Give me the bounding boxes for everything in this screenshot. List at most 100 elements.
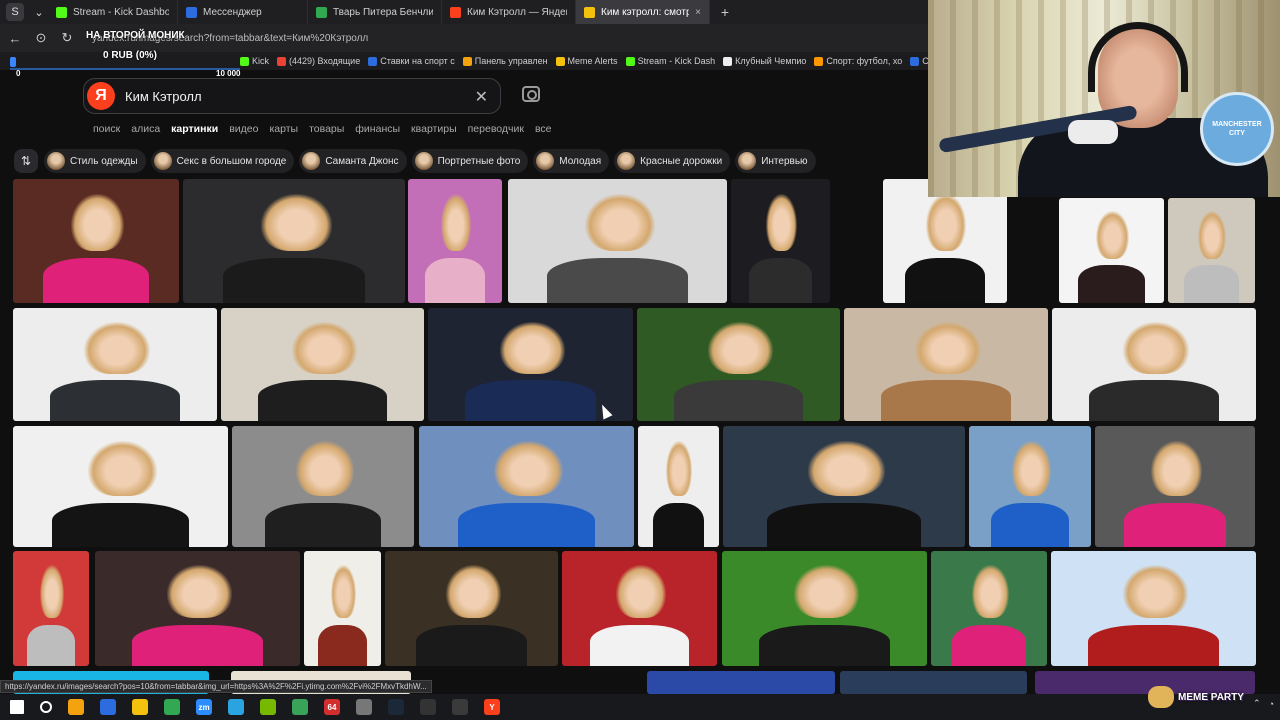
tab-favicon-icon: [56, 6, 67, 18]
image-result-thumbnail[interactable]: [647, 671, 835, 694]
bookmark-item[interactable]: Ставки на спорт с: [368, 56, 455, 66]
suggestion-chip[interactable]: Саманта Джонс: [299, 149, 407, 173]
image-result-thumbnail[interactable]: [508, 179, 727, 303]
clear-search-icon[interactable]: ✕: [475, 87, 488, 107]
notepad-icon[interactable]: [100, 699, 116, 715]
service-tab[interactable]: карты: [269, 123, 298, 135]
browser-menu-icon[interactable]: S: [6, 3, 24, 21]
image-result-thumbnail[interactable]: [385, 551, 558, 666]
image-result-thumbnail[interactable]: [931, 551, 1047, 666]
bookmark-item[interactable]: (4429) Входящие: [277, 56, 360, 66]
new-tab-button[interactable]: +: [716, 3, 734, 21]
service-tab[interactable]: картинки: [171, 123, 218, 135]
filters-icon[interactable]: ⇅: [14, 149, 38, 173]
tab-favicon-icon: [584, 6, 595, 18]
browser-tab[interactable]: Stream - Kick Dashboard: [48, 0, 178, 24]
bookmark-item[interactable]: Клубный Чемпио: [723, 56, 806, 66]
reload-icon[interactable]: ↻: [56, 27, 78, 49]
service-tab[interactable]: финансы: [355, 123, 400, 135]
tab-title: Мессенджер: [203, 6, 262, 18]
service-tab[interactable]: квартиры: [411, 123, 457, 135]
tray-chevron-icon[interactable]: ⌃: [1253, 698, 1261, 709]
image-result-thumbnail[interactable]: [1095, 426, 1255, 547]
browser-tab[interactable]: Тварь Питера Бенчли (19: [308, 0, 442, 24]
browser-tab[interactable]: Мессенджер: [178, 0, 308, 24]
network-app-icon[interactable]: [356, 699, 372, 715]
obs-icon[interactable]: [420, 699, 436, 715]
battery-app-icon[interactable]: [164, 699, 180, 715]
taskbar-search-icon[interactable]: [40, 701, 52, 713]
camera-search-icon[interactable]: [522, 86, 540, 102]
service-tab[interactable]: товары: [309, 123, 344, 135]
image-result-thumbnail[interactable]: [408, 179, 502, 303]
chip-label: Секс в большом городе: [176, 155, 287, 167]
telegram-icon[interactable]: [228, 699, 244, 715]
image-result-thumbnail[interactable]: [13, 551, 89, 666]
image-result-thumbnail[interactable]: [183, 179, 405, 303]
image-result-thumbnail[interactable]: [637, 308, 840, 421]
image-result-thumbnail[interactable]: [723, 426, 965, 547]
image-result-thumbnail[interactable]: [638, 426, 719, 547]
image-result-thumbnail[interactable]: [13, 426, 228, 547]
service-tab[interactable]: все: [535, 123, 552, 135]
tab-list-chevron-icon[interactable]: ⌄: [30, 3, 48, 21]
bookmark-item[interactable]: Stream - Kick Dash: [625, 56, 715, 66]
yandex-icon[interactable]: Y: [484, 699, 500, 715]
steam-icon[interactable]: [388, 699, 404, 715]
folder-icon[interactable]: [132, 699, 148, 715]
recording-icon[interactable]: [452, 699, 468, 715]
image-result-thumbnail[interactable]: [1051, 551, 1256, 666]
suggestion-chip[interactable]: Секс в большом городе: [150, 149, 295, 173]
image-result-thumbnail[interactable]: [221, 308, 424, 421]
image-result-thumbnail[interactable]: [13, 308, 217, 421]
image-result-thumbnail[interactable]: [13, 179, 179, 303]
image-result-thumbnail[interactable]: [562, 551, 717, 666]
system-tray: ⌃ ◔: [1253, 698, 1274, 709]
bookmark-item[interactable]: Панель управлен: [462, 56, 548, 66]
suggestion-chip[interactable]: Интервью: [735, 149, 816, 173]
chip-label: Саманта Джонс: [325, 155, 399, 167]
bookmark-item[interactable]: Kick: [240, 56, 269, 66]
search-input[interactable]: [125, 88, 455, 104]
back-arrow-icon[interactable]: ←: [4, 27, 26, 49]
browser-tab[interactable]: Ким Кэтролл — Яндекс: н: [442, 0, 576, 24]
bookmark-item[interactable]: Спорт: футбол, хо: [814, 56, 902, 66]
image-result-thumbnail[interactable]: [304, 551, 381, 666]
suggestion-chip[interactable]: Портретные фото: [411, 149, 529, 173]
nvidia-icon[interactable]: [260, 699, 276, 715]
image-result-thumbnail[interactable]: [883, 179, 1007, 303]
service-tab[interactable]: алиса: [131, 123, 160, 135]
suggestion-chip[interactable]: Стиль одежды: [44, 149, 146, 173]
image-result-thumbnail[interactable]: [95, 551, 300, 666]
app-64-icon[interactable]: 64: [324, 699, 340, 715]
image-result-thumbnail[interactable]: [844, 308, 1048, 421]
donation-goal-track: [10, 68, 240, 70]
webcam-overlay: MANCHESTER CITY: [928, 0, 1280, 197]
suggestion-chip[interactable]: Красные дорожки: [614, 149, 731, 173]
image-result-thumbnail[interactable]: [840, 671, 1027, 694]
image-result-thumbnail[interactable]: [969, 426, 1091, 547]
wifi-icon[interactable]: ◔: [1269, 699, 1274, 709]
service-tab[interactable]: переводчик: [468, 123, 524, 135]
image-result-thumbnail[interactable]: [731, 179, 830, 303]
image-result-thumbnail[interactable]: [419, 426, 634, 547]
browser-tab[interactable]: Ким кэтролл: смотрит ×: [576, 0, 710, 24]
bookmark-label: Ставки на спорт с: [380, 56, 455, 66]
bookmark-item[interactable]: Meme Alerts: [555, 56, 618, 66]
service-tab[interactable]: видео: [229, 123, 258, 135]
image-result-thumbnail[interactable]: [1059, 198, 1164, 303]
service-tab[interactable]: поиск: [93, 123, 120, 135]
tab-title: Ким Кэтролл — Яндекс: н: [467, 6, 567, 18]
windows-start-icon[interactable]: [10, 700, 24, 714]
image-result-thumbnail[interactable]: [232, 426, 414, 547]
suggestion-chip[interactable]: Молодая: [533, 149, 610, 173]
image-result-thumbnail[interactable]: [1052, 308, 1256, 421]
yandex-logo-icon[interactable]: Я: [87, 82, 115, 110]
zoom-icon[interactable]: zm: [196, 699, 212, 715]
yandex-browser-icon[interactable]: [68, 699, 84, 715]
image-result-thumbnail[interactable]: [1168, 198, 1255, 303]
game-launcher-icon[interactable]: [292, 699, 308, 715]
image-result-thumbnail[interactable]: [722, 551, 927, 666]
protect-shield-icon[interactable]: ⊙: [30, 27, 52, 49]
close-tab-icon[interactable]: ×: [695, 7, 701, 18]
